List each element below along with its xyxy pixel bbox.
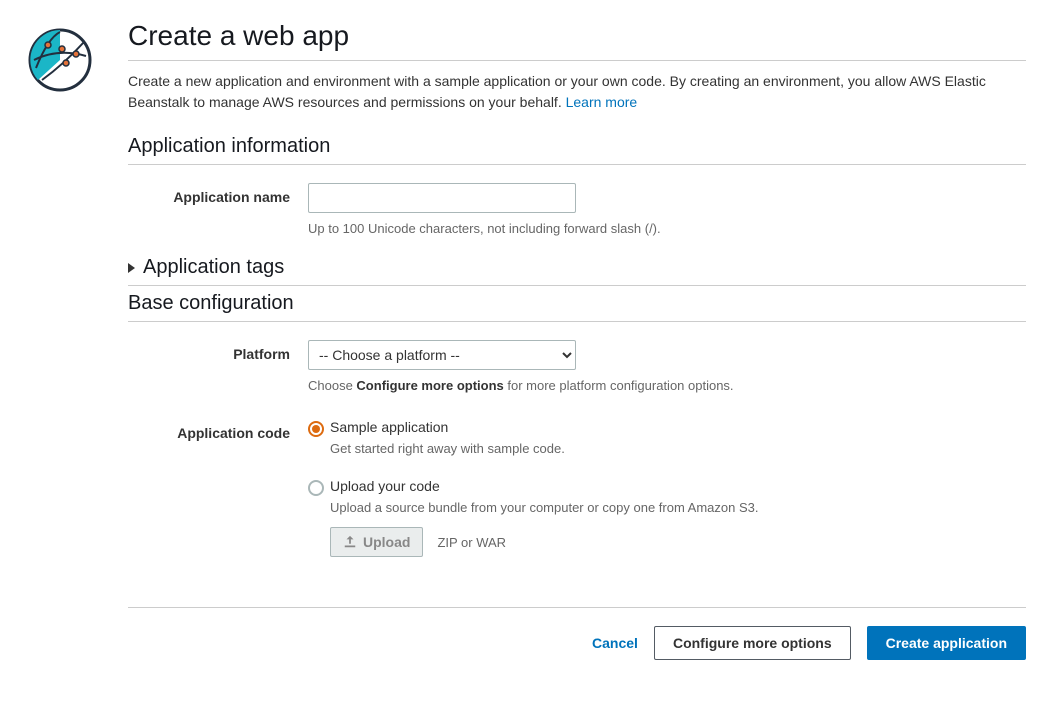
create-application-button[interactable]: Create application bbox=[867, 626, 1026, 660]
radio-upload-label[interactable]: Upload your code bbox=[330, 478, 440, 494]
caret-right-icon bbox=[128, 263, 135, 273]
upload-icon bbox=[343, 535, 357, 549]
appcode-label: Application code bbox=[177, 425, 290, 441]
radio-sample-label[interactable]: Sample application bbox=[330, 419, 448, 435]
section-app-info-title: Application information bbox=[128, 135, 1026, 158]
section-app-tags-title: Application tags bbox=[143, 256, 284, 279]
platform-select[interactable]: -- Choose a platform -- bbox=[308, 340, 576, 370]
upload-format-hint: ZIP or WAR bbox=[437, 535, 506, 550]
radio-sample-hint: Get started right away with sample code. bbox=[330, 441, 1026, 456]
app-name-input[interactable] bbox=[308, 183, 576, 213]
learn-more-link[interactable]: Learn more bbox=[566, 94, 638, 110]
radio-sample-application[interactable] bbox=[308, 421, 324, 437]
section-base-config-title: Base configuration bbox=[128, 292, 1026, 315]
app-name-hint: Up to 100 Unicode characters, not includ… bbox=[308, 221, 1026, 236]
app-name-label: Application name bbox=[173, 189, 290, 205]
configure-more-options-button[interactable]: Configure more options bbox=[654, 626, 851, 660]
cancel-button[interactable]: Cancel bbox=[592, 635, 638, 651]
page-description: Create a new application and environment… bbox=[128, 71, 1026, 113]
platform-hint: Choose Configure more options for more p… bbox=[308, 378, 1026, 393]
platform-label: Platform bbox=[233, 346, 290, 362]
elastic-beanstalk-logo bbox=[28, 28, 92, 92]
radio-upload-hint: Upload a source bundle from your compute… bbox=[330, 500, 1026, 515]
upload-button[interactable]: Upload bbox=[330, 527, 423, 557]
page-title: Create a web app bbox=[128, 20, 1026, 52]
radio-upload-code[interactable] bbox=[308, 480, 324, 496]
app-tags-toggle[interactable]: Application tags bbox=[128, 256, 1026, 279]
